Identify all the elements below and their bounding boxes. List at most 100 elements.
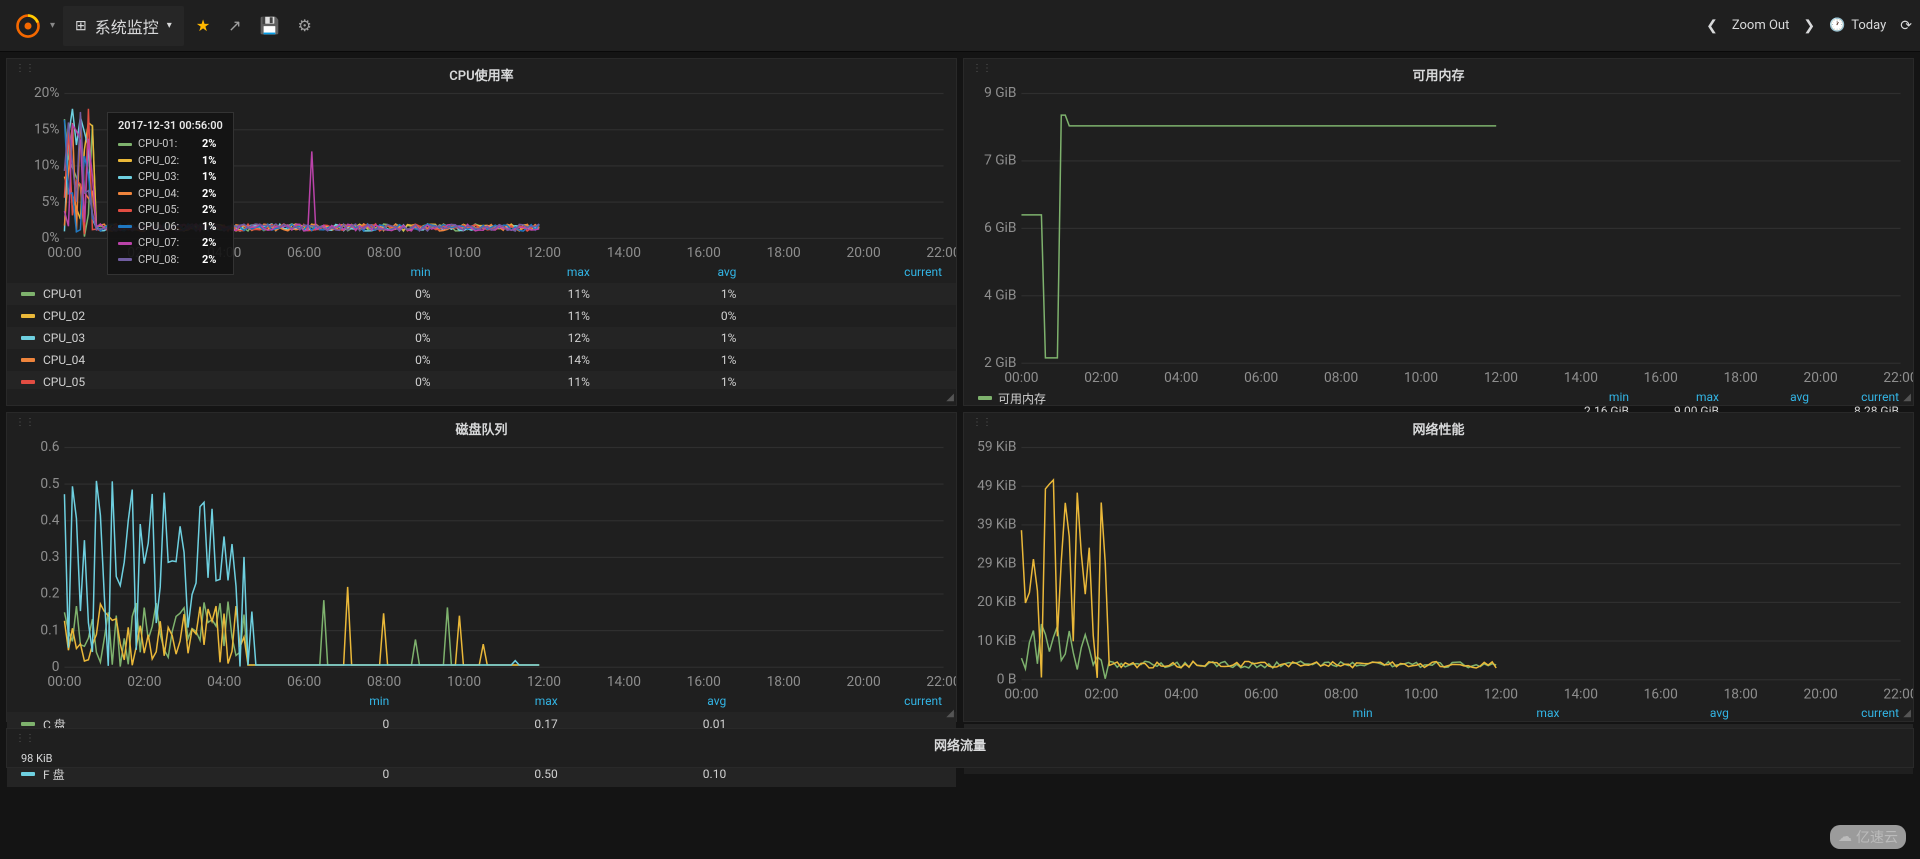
star-icon[interactable]: ★ [196,16,210,35]
legend-row[interactable]: CPU_050%11%1% [7,371,956,389]
svg-text:10:00: 10:00 [1404,686,1438,702]
panel-drag-handle[interactable]: ⋮⋮ [972,63,992,74]
svg-text:0.1: 0.1 [40,622,59,638]
cloud-icon: ☁ [1838,829,1852,845]
panel-memory: ⋮⋮ 可用内存 2 GiB4 GiB6 GiB7 GiB9 GiB00:0002… [963,58,1914,406]
svg-text:22:00: 22:00 [926,674,956,690]
zoom-out-button[interactable]: Zoom Out [1732,18,1789,33]
dashboard-picker[interactable]: ⊞ 系统监控 ▾ [63,6,184,46]
svg-text:22:00: 22:00 [1883,370,1913,386]
chart-net[interactable]: 0 B10 KiB20 KiB29 KiB39 KiB49 KiB59 KiB0… [964,440,1913,702]
svg-text:14:00: 14:00 [607,245,641,261]
svg-text:4 GiB: 4 GiB [984,288,1016,304]
panel-title[interactable]: 网络性能 [964,413,1913,440]
svg-text:06:00: 06:00 [287,674,321,690]
svg-text:20:00: 20:00 [847,674,881,690]
svg-text:04:00: 04:00 [1164,686,1198,702]
svg-text:12:00: 12:00 [1484,370,1518,386]
chevron-right-icon[interactable]: ❯ [1803,18,1815,34]
panel-resize-handle[interactable]: ◢ [946,708,954,719]
svg-text:7 GiB: 7 GiB [984,153,1016,169]
panel-title[interactable]: CPU使用率 [7,59,956,86]
chevron-left-icon[interactable]: ❮ [1706,18,1718,34]
svg-text:00:00: 00:00 [47,674,81,690]
share-icon[interactable]: ↗ [228,16,241,35]
dashboard-body: ⋮⋮ CPU使用率 0%5%10%15%20%00:0002:0004:0006… [0,52,1920,774]
chart-memory[interactable]: 2 GiB4 GiB6 GiB7 GiB9 GiB00:0002:0004:00… [964,86,1913,386]
svg-text:0.6: 0.6 [40,440,59,455]
panel-title[interactable]: 可用内存 [964,59,1913,86]
clock-icon: 🕐 [1829,18,1845,33]
svg-text:18:00: 18:00 [767,674,801,690]
svg-text:18:00: 18:00 [1724,370,1758,386]
time-range-label: Today [1851,18,1886,33]
watermark: ☁ 亿速云 [1830,825,1906,849]
svg-text:20:00: 20:00 [847,245,881,261]
svg-text:20%: 20% [34,86,59,101]
svg-text:16:00: 16:00 [687,674,721,690]
panel-drag-handle[interactable]: ⋮⋮ [972,417,992,428]
svg-text:0.3: 0.3 [40,549,59,565]
legend-row[interactable]: CPU-010%11%1% [7,283,956,305]
panel-title[interactable]: 网络流量 [7,729,1913,756]
svg-text:0.2: 0.2 [40,586,59,602]
panel-drag-handle[interactable]: ⋮⋮ [15,63,35,74]
topbar: ▾ ⊞ 系统监控 ▾ ★ ↗ 💾 ⚙ ❮ Zoom Out ❯ 🕐 Today … [0,0,1920,52]
svg-text:12:00: 12:00 [1484,686,1518,702]
legend-row[interactable]: CPU_040%14%1% [7,349,956,371]
caret-down-icon[interactable]: ▾ [50,20,55,31]
legend-table-cpu: min max avg current CPU-010%11%1%CPU_020… [7,261,956,389]
svg-text:39 KiB: 39 KiB [977,517,1016,533]
legend-swatch [978,396,992,400]
legend-row[interactable]: CPU_030%12%1% [7,327,956,349]
svg-text:0: 0 [52,659,60,675]
panel-drag-handle[interactable]: ⋮⋮ [15,417,35,428]
panel-drag-handle[interactable]: ⋮⋮ [15,733,35,744]
svg-text:16:00: 16:00 [1644,686,1678,702]
svg-text:29 KiB: 29 KiB [977,555,1016,571]
svg-text:10:00: 10:00 [447,674,481,690]
chart-disk[interactable]: 00.10.20.30.40.50.600:0002:0004:0006:000… [7,440,956,690]
panel-resize-handle[interactable]: ◢ [1903,708,1911,719]
svg-text:08:00: 08:00 [1324,370,1358,386]
svg-text:18:00: 18:00 [767,245,801,261]
svg-text:20:00: 20:00 [1804,686,1838,702]
svg-text:16:00: 16:00 [1644,370,1678,386]
save-icon[interactable]: 💾 [260,16,280,35]
chart-cpu[interactable]: 0%5%10%15%20%00:0002:0004:0006:0008:0010… [7,86,956,261]
svg-text:16:00: 16:00 [687,245,721,261]
svg-text:10:00: 10:00 [447,245,481,261]
svg-text:00:00: 00:00 [47,245,81,261]
svg-text:22:00: 22:00 [1883,686,1913,702]
svg-text:08:00: 08:00 [367,245,401,261]
svg-text:6 GiB: 6 GiB [984,220,1016,236]
svg-text:08:00: 08:00 [367,674,401,690]
svg-text:02:00: 02:00 [1084,686,1118,702]
svg-text:0%: 0% [42,230,60,246]
svg-text:14:00: 14:00 [1564,370,1598,386]
panel-resize-handle[interactable]: ◢ [946,392,954,403]
panel-resize-handle[interactable]: ◢ [1903,392,1911,403]
panel-net: ⋮⋮ 网络性能 0 B10 KiB20 KiB29 KiB39 KiB49 Ki… [963,412,1914,722]
legend-row[interactable]: CPU_020%11%0% [7,305,956,327]
svg-text:0.5: 0.5 [40,476,59,492]
svg-text:00:00: 00:00 [1004,686,1038,702]
svg-text:20:00: 20:00 [1804,370,1838,386]
svg-text:0.4: 0.4 [40,512,59,528]
svg-text:02:00: 02:00 [127,674,161,690]
svg-text:08:00: 08:00 [1324,686,1358,702]
refresh-icon[interactable]: ⟳ [1900,18,1912,34]
svg-text:14:00: 14:00 [1564,686,1598,702]
grafana-logo[interactable] [8,6,48,46]
svg-text:04:00: 04:00 [1164,370,1198,386]
svg-text:04:00: 04:00 [207,245,241,261]
svg-text:9 GiB: 9 GiB [984,86,1016,101]
legend-item[interactable]: 可用内存 [978,390,1046,407]
svg-text:10%: 10% [34,158,59,174]
time-range-picker[interactable]: 🕐 Today [1829,18,1886,33]
settings-icon[interactable]: ⚙ [297,16,311,35]
svg-text:0 B: 0 B [997,671,1017,687]
panel-title[interactable]: 磁盘队列 [7,413,956,440]
svg-text:14:00: 14:00 [607,674,641,690]
svg-text:00:00: 00:00 [1004,370,1038,386]
